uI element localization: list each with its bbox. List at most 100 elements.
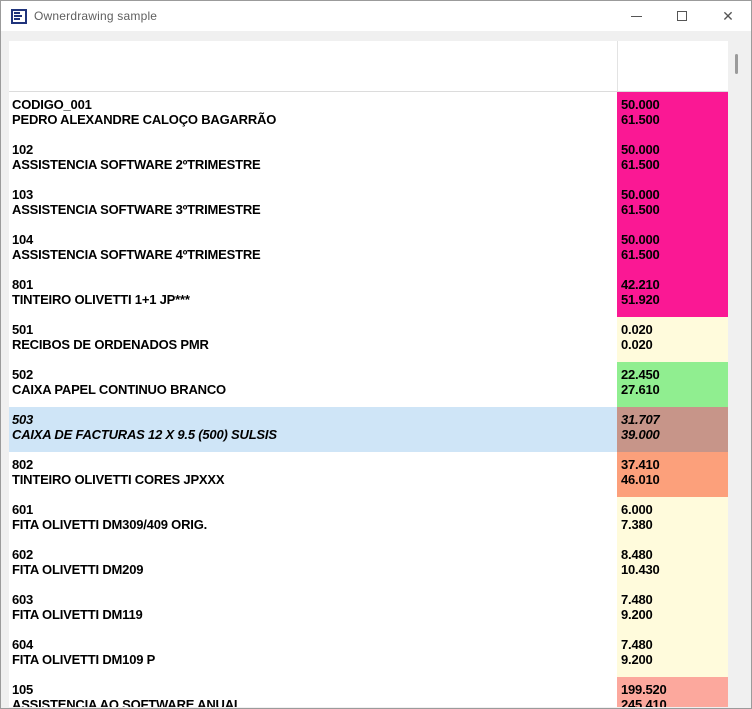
list-item[interactable]: 105 ASSISTENCIA AO SOFTWARE ANUAL 199.52… bbox=[9, 677, 728, 707]
item-price-cell: 22.450 27.610 bbox=[617, 362, 728, 407]
list-item[interactable]: 103 ASSISTENCIA SOFTWARE 3ºTRIMESTRE 50.… bbox=[9, 182, 728, 227]
item-description: TINTEIRO OLIVETTI CORES JPXXX bbox=[12, 472, 617, 487]
item-code: 105 bbox=[12, 682, 617, 697]
maximize-button[interactable] bbox=[659, 1, 705, 31]
list-rows: CODIGO_001 PEDRO ALEXANDRE CALOÇO BAGARR… bbox=[9, 92, 728, 707]
item-price-cell: 199.520 245.410 bbox=[617, 677, 728, 707]
item-description: ASSISTENCIA SOFTWARE 4ºTRIMESTRE bbox=[12, 247, 617, 262]
maximize-icon bbox=[677, 11, 687, 21]
item-text-cell: 503 CAIXA DE FACTURAS 12 X 9.5 (500) SUL… bbox=[9, 407, 617, 452]
item-price-cell: 50.000 61.500 bbox=[617, 137, 728, 182]
item-price-1: 22.450 bbox=[621, 367, 728, 382]
item-code: CODIGO_001 bbox=[12, 97, 617, 112]
item-price-cell: 31.707 39.000 bbox=[617, 407, 728, 452]
item-text-cell: 502 CAIXA PAPEL CONTINUO BRANCO bbox=[9, 362, 617, 407]
item-price-1: 0.020 bbox=[621, 322, 728, 337]
item-price-2: 27.610 bbox=[621, 382, 728, 397]
item-price-cell: 0.020 0.020 bbox=[617, 317, 728, 362]
minimize-icon bbox=[631, 16, 642, 17]
item-text-cell: 104 ASSISTENCIA SOFTWARE 4ºTRIMESTRE bbox=[9, 227, 617, 272]
item-code: 502 bbox=[12, 367, 617, 382]
item-price-1: 50.000 bbox=[621, 232, 728, 247]
item-price-cell: 8.480 10.430 bbox=[617, 542, 728, 587]
item-price-2: 61.500 bbox=[621, 112, 728, 127]
item-price-2: 51.920 bbox=[621, 292, 728, 307]
item-description: PEDRO ALEXANDRE CALOÇO BAGARRÃO bbox=[12, 112, 617, 127]
item-price-2: 61.500 bbox=[621, 157, 728, 172]
item-price-1: 31.707 bbox=[621, 412, 728, 427]
close-button[interactable]: ✕ bbox=[705, 1, 751, 31]
item-price-1: 42.210 bbox=[621, 277, 728, 292]
item-code: 501 bbox=[12, 322, 617, 337]
item-price-2: 10.430 bbox=[621, 562, 728, 577]
item-price-2: 7.380 bbox=[621, 517, 728, 532]
item-description: FITA OLIVETTI DM209 bbox=[12, 562, 617, 577]
item-description: CAIXA PAPEL CONTINUO BRANCO bbox=[12, 382, 617, 397]
list-item[interactable]: 801 TINTEIRO OLIVETTI 1+1 JP*** 42.210 5… bbox=[9, 272, 728, 317]
item-description: FITA OLIVETTI DM109 P bbox=[12, 652, 617, 667]
item-price-2: 46.010 bbox=[621, 472, 728, 487]
item-text-cell: 102 ASSISTENCIA SOFTWARE 2ºTRIMESTRE bbox=[9, 137, 617, 182]
item-price-1: 7.480 bbox=[621, 637, 728, 652]
item-price-2: 61.500 bbox=[621, 247, 728, 262]
list-item[interactable]: 802 TINTEIRO OLIVETTI CORES JPXXX 37.410… bbox=[9, 452, 728, 497]
item-code: 601 bbox=[12, 502, 617, 517]
item-description: ASSISTENCIA AO SOFTWARE ANUAL bbox=[12, 697, 617, 707]
item-price-2: 0.020 bbox=[621, 337, 728, 352]
item-description: RECIBOS DE ORDENADOS PMR bbox=[12, 337, 617, 352]
item-code: 102 bbox=[12, 142, 617, 157]
item-price-2: 39.000 bbox=[621, 427, 728, 442]
list-item[interactable]: 601 FITA OLIVETTI DM309/409 ORIG. 6.000 … bbox=[9, 497, 728, 542]
item-price-1: 50.000 bbox=[621, 142, 728, 157]
window-title: Ownerdrawing sample bbox=[34, 9, 157, 23]
header-column-divider bbox=[617, 41, 618, 91]
list-item[interactable]: 604 FITA OLIVETTI DM109 P 7.480 9.200 bbox=[9, 632, 728, 677]
item-price-1: 8.480 bbox=[621, 547, 728, 562]
item-listbox[interactable]: CODIGO_001 PEDRO ALEXANDRE CALOÇO BAGARR… bbox=[9, 41, 728, 707]
item-text-cell: 501 RECIBOS DE ORDENADOS PMR bbox=[9, 317, 617, 362]
item-price-cell: 7.480 9.200 bbox=[617, 632, 728, 677]
item-text-cell: CODIGO_001 PEDRO ALEXANDRE CALOÇO BAGARR… bbox=[9, 92, 617, 137]
list-item[interactable]: 603 FITA OLIVETTI DM119 7.480 9.200 bbox=[9, 587, 728, 632]
item-price-cell: 50.000 61.500 bbox=[617, 227, 728, 272]
app-window: Ownerdrawing sample ✕ CODIGO_001 PEDRO A… bbox=[0, 0, 752, 709]
item-price-1: 6.000 bbox=[621, 502, 728, 517]
minimize-button[interactable] bbox=[613, 1, 659, 31]
list-item[interactable]: CODIGO_001 PEDRO ALEXANDRE CALOÇO BAGARR… bbox=[9, 92, 728, 137]
item-text-cell: 604 FITA OLIVETTI DM109 P bbox=[9, 632, 617, 677]
item-price-cell: 6.000 7.380 bbox=[617, 497, 728, 542]
list-item[interactable]: 104 ASSISTENCIA SOFTWARE 4ºTRIMESTRE 50.… bbox=[9, 227, 728, 272]
item-price-2: 9.200 bbox=[621, 652, 728, 667]
scrollbar-thumb[interactable] bbox=[735, 54, 738, 74]
item-price-1: 50.000 bbox=[621, 187, 728, 202]
close-icon: ✕ bbox=[722, 9, 734, 23]
item-code: 103 bbox=[12, 187, 617, 202]
item-code: 602 bbox=[12, 547, 617, 562]
list-item[interactable]: 502 CAIXA PAPEL CONTINUO BRANCO 22.450 2… bbox=[9, 362, 728, 407]
item-price-1: 7.480 bbox=[621, 592, 728, 607]
item-text-cell: 603 FITA OLIVETTI DM119 bbox=[9, 587, 617, 632]
item-description: TINTEIRO OLIVETTI 1+1 JP*** bbox=[12, 292, 617, 307]
item-text-cell: 602 FITA OLIVETTI DM209 bbox=[9, 542, 617, 587]
item-description: FITA OLIVETTI DM309/409 ORIG. bbox=[12, 517, 617, 532]
item-code: 503 bbox=[12, 412, 617, 427]
list-item[interactable]: 501 RECIBOS DE ORDENADOS PMR 0.020 0.020 bbox=[9, 317, 728, 362]
item-text-cell: 105 ASSISTENCIA AO SOFTWARE ANUAL bbox=[9, 677, 617, 707]
item-description: FITA OLIVETTI DM119 bbox=[12, 607, 617, 622]
list-item[interactable]: 503 CAIXA DE FACTURAS 12 X 9.5 (500) SUL… bbox=[9, 407, 728, 452]
list-header bbox=[9, 41, 728, 92]
list-item[interactable]: 102 ASSISTENCIA SOFTWARE 2ºTRIMESTRE 50.… bbox=[9, 137, 728, 182]
window-controls: ✕ bbox=[613, 1, 751, 31]
list-item[interactable]: 602 FITA OLIVETTI DM209 8.480 10.430 bbox=[9, 542, 728, 587]
item-description: ASSISTENCIA SOFTWARE 2ºTRIMESTRE bbox=[12, 157, 617, 172]
item-text-cell: 601 FITA OLIVETTI DM309/409 ORIG. bbox=[9, 497, 617, 542]
item-price-1: 199.520 bbox=[621, 682, 728, 697]
item-text-cell: 801 TINTEIRO OLIVETTI 1+1 JP*** bbox=[9, 272, 617, 317]
item-price-cell: 7.480 9.200 bbox=[617, 587, 728, 632]
item-text-cell: 103 ASSISTENCIA SOFTWARE 3ºTRIMESTRE bbox=[9, 182, 617, 227]
item-price-2: 9.200 bbox=[621, 607, 728, 622]
item-code: 104 bbox=[12, 232, 617, 247]
item-price-cell: 50.000 61.500 bbox=[617, 92, 728, 137]
title-bar: Ownerdrawing sample ✕ bbox=[1, 1, 751, 31]
item-code: 802 bbox=[12, 457, 617, 472]
